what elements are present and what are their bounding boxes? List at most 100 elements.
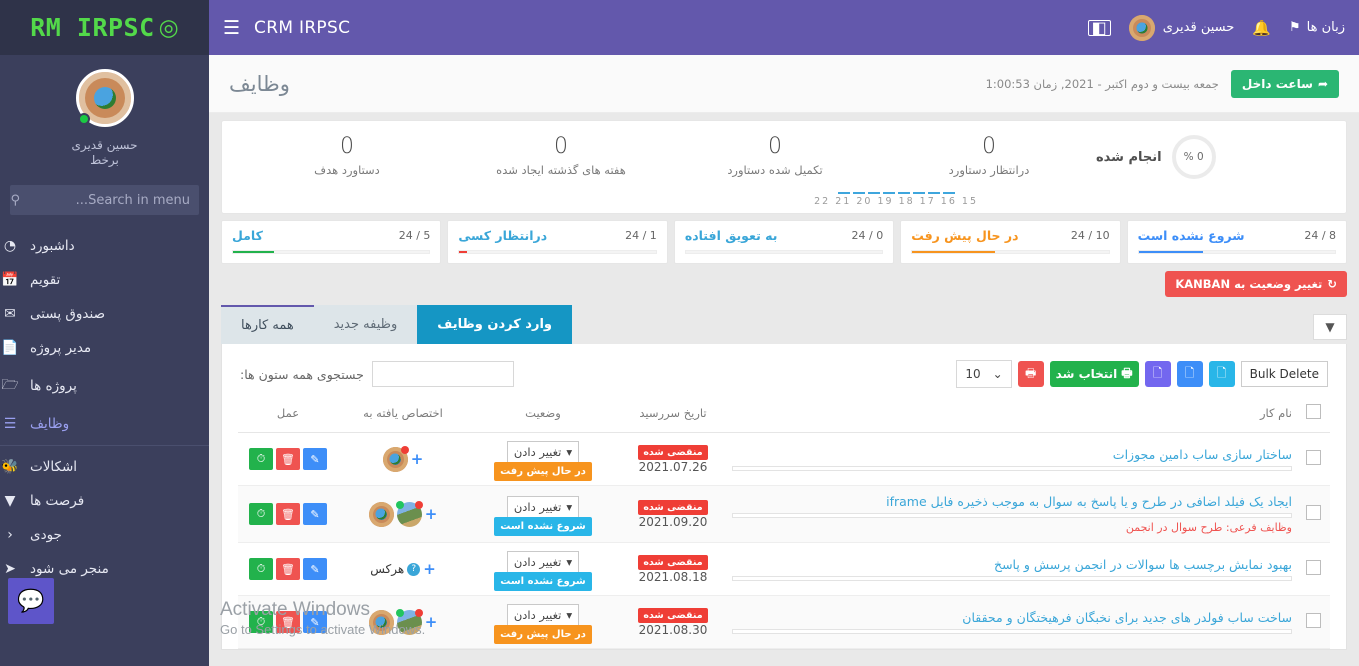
delete-button[interactable]: 🗑 xyxy=(276,558,300,580)
tab-all-tasks[interactable]: همه کارها xyxy=(221,305,314,344)
chat-bubble-icon[interactable]: 💬 xyxy=(8,578,54,624)
clock-in-label: ساعت داخل xyxy=(1241,76,1313,91)
sidebar-item-judy[interactable]: ‹ جودی xyxy=(0,518,209,552)
hamburger-icon[interactable]: ☰ xyxy=(223,17,240,39)
change-status-select[interactable]: تغییر دادن ▾ xyxy=(506,604,580,626)
language-selector[interactable]: ⚑ زبان ها xyxy=(1289,20,1345,35)
tab-import-tasks[interactable]: وارد کردن وظایف xyxy=(417,305,572,344)
topbar-user[interactable]: حسین قدیری xyxy=(1128,14,1234,41)
select-all-checkbox[interactable] xyxy=(1305,404,1321,419)
add-assignee-button[interactable]: + xyxy=(425,613,438,631)
status-badge: منقضی شده xyxy=(638,500,708,515)
delete-button[interactable]: 🗑 xyxy=(276,611,300,633)
search-input[interactable] xyxy=(20,192,190,208)
progress-title: کامل xyxy=(232,228,263,243)
timer-button[interactable]: ⏱ xyxy=(249,503,273,525)
assignee-list: + xyxy=(342,445,464,472)
delete-button[interactable]: 🗑 xyxy=(276,448,300,470)
brand-logo[interactable]: ◎ RM IRPSC xyxy=(0,0,209,55)
clock-in-button[interactable]: ساعت داخل ➦ xyxy=(1230,69,1339,98)
sidebar-item-bugs[interactable]: 🐝 اشکالات xyxy=(0,450,209,484)
side-panel-icon[interactable]: ◧ xyxy=(1087,19,1111,36)
th-task-name[interactable]: نام کار xyxy=(728,398,1296,433)
progress-card-complete[interactable]: کامل 24 / 5 xyxy=(221,220,442,264)
progress-card-not-started[interactable]: شروع نشده است 24 / 8 xyxy=(1126,220,1348,264)
table-toolbar: جستجوی همه ستون ها: 10 ⌄ 🖶 انتخاب شد 🖶 🗋… xyxy=(238,354,1330,398)
sidebar-item-label: اشکالات xyxy=(30,459,78,475)
row-checkbox[interactable] xyxy=(1305,505,1321,520)
progress-count: 24 / 10 xyxy=(1070,229,1110,242)
filter-button[interactable]: ▼ xyxy=(1313,314,1347,340)
question-icon: ? xyxy=(407,562,421,576)
anyone-label: هرکس xyxy=(370,562,405,576)
change-status-select[interactable]: تغییر دادن ▾ xyxy=(506,551,580,573)
printer-icon: 🖶 xyxy=(1025,365,1037,380)
switch-to-kanban-button[interactable]: تغییر وضعیت به KANBAN ↻ xyxy=(1165,271,1347,297)
add-assignee-button[interactable]: + xyxy=(411,450,424,468)
edit-button[interactable]: ✎ xyxy=(303,448,327,470)
bulk-delete-button[interactable]: Bulk Delete xyxy=(1240,361,1328,387)
print-button[interactable]: 🖶 xyxy=(1017,361,1044,387)
progress-card-waiting-someone[interactable]: درانتظار کسی 24 / 1 xyxy=(447,220,668,264)
timer-button[interactable]: ⏱ xyxy=(249,448,273,470)
task-title-link[interactable]: ساخت ساب فولدر های جدید برای نخبگان فرهی… xyxy=(732,610,1292,625)
assignee-avatar[interactable] xyxy=(368,609,394,635)
page-length-select[interactable]: 10 ⌄ xyxy=(956,360,1012,388)
task-title-link[interactable]: ساختار سازی ساب دامین مجوزات xyxy=(732,447,1292,462)
table-row[interactable]: ساخت ساب فولدر های جدید برای نخبگان فرهی… xyxy=(238,595,1330,649)
add-assignee-button[interactable]: + xyxy=(423,560,436,578)
menu-search[interactable]: ⚲ xyxy=(10,185,199,215)
assignee-avatar[interactable] xyxy=(382,445,409,472)
assignee-avatar[interactable] xyxy=(395,500,423,527)
export-csv-button[interactable]: 🗋 xyxy=(1144,361,1171,387)
sidebar-item-tasks[interactable]: ☰ وظایف xyxy=(0,407,209,441)
row-checkbox[interactable] xyxy=(1305,560,1321,575)
th-due-date[interactable]: تاریخ سررسید xyxy=(618,398,728,433)
assignee-avatar[interactable] xyxy=(368,501,394,527)
assignee-avatar[interactable] xyxy=(395,608,423,635)
row-checkbox[interactable] xyxy=(1305,613,1321,628)
edit-button[interactable]: ✎ xyxy=(303,503,327,525)
edit-button[interactable]: ✎ xyxy=(303,558,327,580)
th-assigned-to[interactable]: اختصاص یافته به xyxy=(338,398,468,433)
progress-card-deferred[interactable]: به تعویق افتاده 24 / 0 xyxy=(673,220,895,264)
progress-card-in-progress[interactable]: در حال پیش رفت 24 / 10 xyxy=(900,220,1121,264)
sidebar-item-project-manager[interactable]: 📄 مدیر پروژه xyxy=(0,331,209,365)
profile-name: حسین قدیری xyxy=(71,138,138,152)
brand-name: RM IRPSC xyxy=(30,13,155,42)
task-title-link[interactable]: بهبود نمایش برچسب ها سوالات در انجمن پرس… xyxy=(732,557,1292,572)
timer-button[interactable]: ⏱ xyxy=(249,558,273,580)
th-status[interactable]: وضعیت xyxy=(468,398,618,433)
tasks-icon: ☰ xyxy=(3,416,17,432)
sidebar-item-mailbox[interactable]: ✉ صندوق پستی xyxy=(0,297,209,331)
sidebar-item-dashboard[interactable]: ◔ داشبورد xyxy=(0,229,209,263)
task-title-link[interactable]: ایجاد یک فیلد اضافی در طرح و یا پاسخ به … xyxy=(732,494,1292,509)
change-status-select[interactable]: تغییر دادن ▾ xyxy=(506,441,580,463)
table-row[interactable]: بهبود نمایش برچسب ها سوالات در انجمن پرس… xyxy=(238,542,1330,596)
row-checkbox[interactable] xyxy=(1305,450,1321,465)
bell-icon[interactable]: 🔔 xyxy=(1252,19,1271,37)
table-row[interactable]: ایجاد یک فیلد اضافی در طرح و یا پاسخ به … xyxy=(238,485,1330,543)
sidebar-item-opportunities[interactable]: ▼ فرصت ها xyxy=(0,484,209,518)
sidebar-item-label: وظایف xyxy=(30,416,70,432)
export-pdf-button[interactable]: 🗋 xyxy=(1208,361,1235,387)
add-assignee-button[interactable]: + xyxy=(425,505,438,523)
sidebar-item-label: تقویم xyxy=(30,272,61,288)
progress-title: به تعویق افتاده xyxy=(684,228,778,243)
edit-button[interactable]: ✎ xyxy=(303,611,327,633)
sidebar-item-calendar[interactable]: 📅 تقویم xyxy=(0,263,209,297)
main-area: ☰ CRM IRPSC ◧ حسین قدیری 🔔 ⚑ زبان ها وظا… xyxy=(209,0,1359,666)
avatar[interactable] xyxy=(75,69,134,127)
delete-button[interactable]: 🗑 xyxy=(276,503,300,525)
task-progress-bar xyxy=(732,576,1292,581)
column-search-input[interactable] xyxy=(371,361,514,387)
print-selected-button[interactable]: انتخاب شد 🖶 xyxy=(1049,361,1139,387)
progress-title: شروع نشده است xyxy=(1137,228,1245,243)
change-status-select[interactable]: تغییر دادن ▾ xyxy=(506,496,580,518)
table-row[interactable]: ساختار سازی ساب دامین مجوزات منقضی شده 2… xyxy=(238,432,1330,486)
sidebar-item-projects[interactable]: 🗁 پروژه ها xyxy=(0,365,209,407)
export-excel-button[interactable]: 🗋 xyxy=(1176,361,1203,387)
row-actions: ⏱ 🗑 ✎ xyxy=(242,503,334,525)
timer-button[interactable]: ⏱ xyxy=(249,611,273,633)
tab-new-task[interactable]: وظیفه جدید xyxy=(313,305,418,344)
